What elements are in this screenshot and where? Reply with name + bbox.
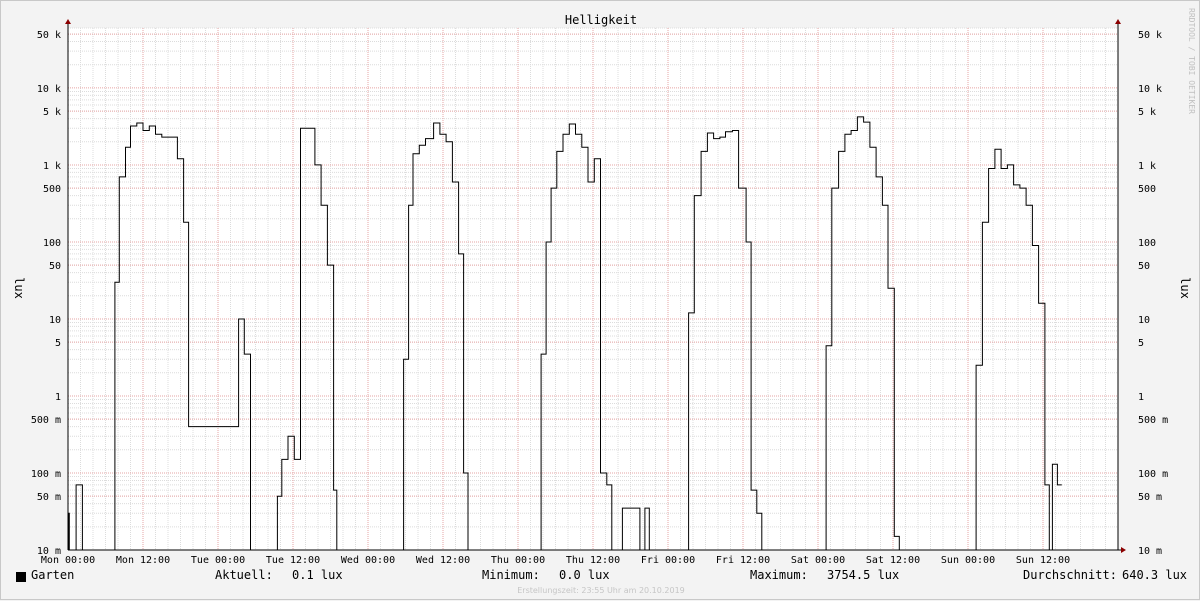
x-tick-label: Tue 12:00 [266, 555, 320, 566]
legend-min-value: 0.0 lux [559, 568, 610, 582]
y-axis-arrow-right [1115, 19, 1121, 24]
y-tick-label-right: 5 k [1138, 107, 1156, 118]
y-tick-label-right: 50 m [1138, 492, 1162, 503]
x-tick-labels: Mon 00:00 Mon 12:00 Tue 00:00 Tue 12:00 Wed … [41, 555, 1070, 566]
y-tick-label-left: 100 m [31, 469, 61, 480]
y-tick-label-left: 50 k [37, 30, 61, 41]
x-tick-label: Fri 12:00 [716, 555, 770, 566]
y-axis-arrow-left [65, 19, 71, 24]
chart-title: Helligkeit [565, 13, 637, 27]
y-tick-label-right: 10 k [1138, 84, 1162, 95]
y-tick-label-left: 10 [49, 315, 61, 326]
x-tick-label: Sat 00:00 [791, 555, 845, 566]
y-tick-label-right: 100 m [1138, 469, 1168, 480]
x-tick-label: Thu 00:00 [491, 555, 545, 566]
legend-min-label: Minimum: [482, 568, 540, 582]
y-tick-label-left: 500 [43, 184, 61, 195]
y-tick-label-right: 500 m [1138, 415, 1168, 426]
legend-current-label: Aktuell: [215, 568, 273, 582]
legend-avg-value: 640.3 lux [1122, 568, 1188, 582]
legend-current-value: 0.1 lux [292, 568, 343, 582]
chart-frame: 10 m 50 m 100 m 500 m 1 5 10 50 100 500 1 k 5 k 10 k… [0, 0, 1200, 600]
chart-svg: 10 m 50 m 100 m 500 m 1 5 10 50 100 500 1 k 5 k 10 k… [12, 13, 1192, 566]
x-tick-label: Wed 00:00 [341, 555, 395, 566]
y-tick-label-left: 100 [43, 238, 61, 249]
watermark: RRDTOOL / TOBI OETIKER [1177, 1, 1200, 601]
x-tick-label: Mon 00:00 [41, 555, 95, 566]
y-tick-label-left: 5 k [43, 107, 61, 118]
y-tick-label-left: 5 [55, 338, 61, 349]
x-tick-label: Thu 12:00 [566, 555, 620, 566]
y-tick-label-right: 500 [1138, 184, 1156, 195]
y-tick-label-left: 1 [55, 392, 61, 403]
y-tick-label-left: 10 k [37, 84, 61, 95]
y-tick-label-right: 10 [1138, 315, 1150, 326]
y-tick-label-left: 500 m [31, 415, 61, 426]
x-tick-label: Sun 12:00 [1016, 555, 1070, 566]
y-tick-label-right: 50 k [1138, 30, 1162, 41]
y-axis-label-left: lux [12, 277, 26, 299]
y-tick-label-right: 5 [1138, 338, 1144, 349]
legend-series-label: Garten [31, 568, 75, 582]
x-tick-label: Wed 12:00 [416, 555, 470, 566]
y-tick-label-right: 100 [1138, 238, 1156, 249]
watermark-text: RRDTOOL / TOBI OETIKER [1187, 8, 1196, 114]
y-tick-label-left: 1 k [43, 161, 61, 172]
y-tick-label-right: 50 [1138, 261, 1150, 272]
legend-swatch-garten [16, 572, 26, 582]
legend-avg-label: Durchschnitt: [1023, 568, 1117, 582]
x-tick-label: Fri 00:00 [641, 555, 695, 566]
x-tick-label: Mon 12:00 [116, 555, 170, 566]
y-tick-labels-right: 10 m 50 m 100 m 500 m 1 5 10 50 100 500 1 k 5 k 10 k… [1138, 30, 1168, 557]
y-tick-label-right: 10 m [1138, 546, 1162, 557]
legend-max-value: 3754.5 lux [827, 568, 900, 582]
footer-timestamp: Erstellungszeit: 23:55 Uhr am 20.10.2019 [517, 586, 685, 595]
y-tick-label-right: 1 k [1138, 161, 1156, 172]
x-tick-label: Sun 00:00 [941, 555, 995, 566]
x-tick-label: Tue 00:00 [191, 555, 245, 566]
legend-max-label: Maximum: [750, 568, 808, 582]
y-tick-label-left: 50 m [37, 492, 61, 503]
y-tick-label-left: 50 [49, 261, 61, 272]
x-axis-arrow [1121, 547, 1126, 553]
y-tick-labels-left: 10 m50 m100 m500 m1510501005001 k5 k10 k… [31, 30, 61, 557]
y-tick-label-right: 1 [1138, 392, 1144, 403]
x-tick-label: Sat 12:00 [866, 555, 920, 566]
legend: Garten Aktuell: 0.1 lux Minimum: 0.0 lux… [1, 567, 1200, 585]
